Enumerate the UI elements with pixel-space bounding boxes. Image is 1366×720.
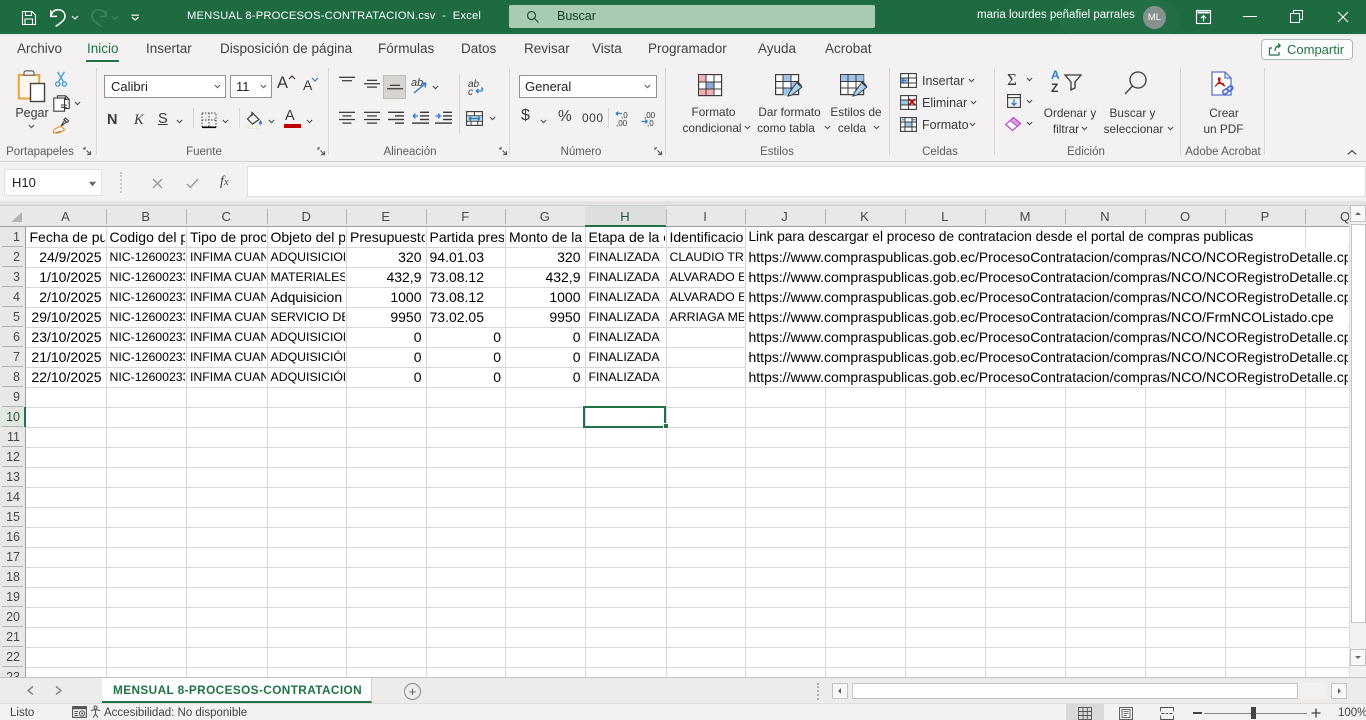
svg-text:,00: ,00 (616, 119, 628, 128)
svg-text:,0: ,0 (647, 119, 654, 128)
svg-text:c: c (468, 87, 473, 98)
